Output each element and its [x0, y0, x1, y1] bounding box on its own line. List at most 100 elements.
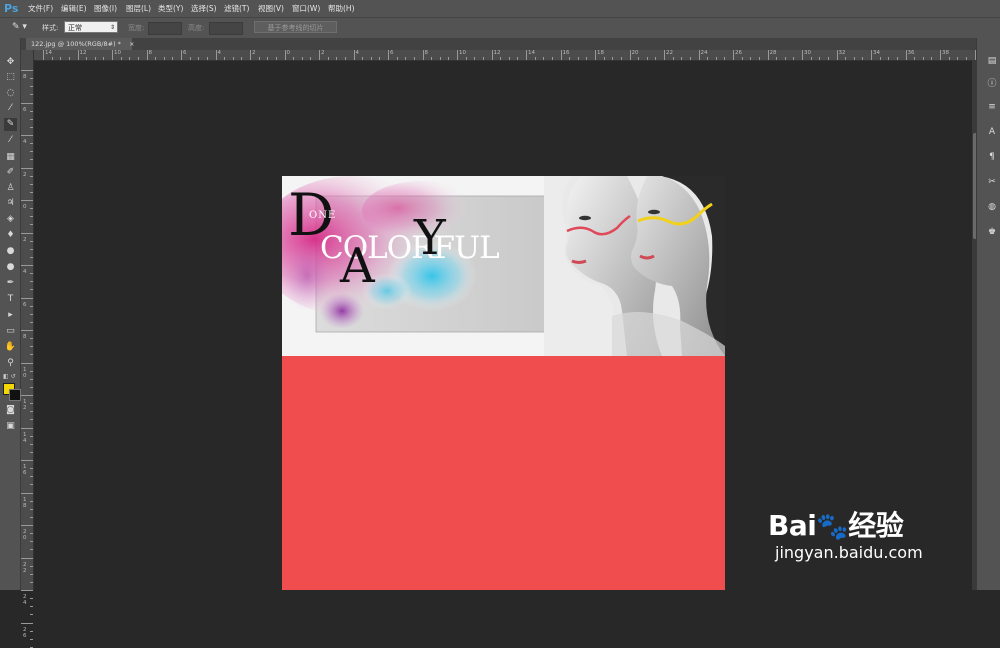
menu-layer[interactable]: 图层(L) [126, 0, 151, 17]
menu-select[interactable]: 选择(S) [191, 0, 217, 17]
vertical-ruler[interactable]: 8 6 4 2 0 2 4 6 8 1 0 1 2 1 4 1 6 1 8 2 0 2 2 2 4 2 6 [21, 50, 34, 648]
ruler-tick-label: 10 [114, 50, 121, 56]
ruler-tick [30, 191, 33, 193]
ruler-tick [888, 57, 890, 60]
ruler-tick [707, 57, 709, 60]
history-brush-tool-icon[interactable]: ♃ [4, 197, 17, 210]
dodge-tool-icon[interactable]: ● [4, 261, 17, 274]
ruler-tick [931, 57, 933, 60]
healing-brush-tool-icon[interactable]: ▦ [4, 151, 17, 164]
ruler-tick [465, 57, 467, 60]
ruler-tick [30, 208, 33, 210]
ruler-tick [879, 57, 881, 60]
swap-colors-icon[interactable]: ◧ ↺ [3, 372, 19, 381]
eraser-tool-icon[interactable]: ◈ [4, 213, 17, 226]
ruler-tick [30, 541, 33, 543]
menu-view[interactable]: 视图(V) [258, 0, 284, 17]
ruler-tick-label: 4 [355, 50, 360, 56]
stamp-tool-icon[interactable]: ♙ [4, 182, 17, 195]
ruler-tick [30, 240, 33, 242]
menu-image[interactable]: 图像(I) [94, 0, 117, 17]
type-tool-icon[interactable]: T [4, 293, 17, 306]
menu-help[interactable]: 帮助(H) [328, 0, 355, 17]
adjustments-panel-icon[interactable]: ≡ [986, 101, 998, 113]
ruler-tick [827, 57, 829, 60]
shape-tool-icon[interactable]: ▭ [4, 325, 17, 338]
ruler-tick [30, 183, 33, 185]
ruler-tick [155, 57, 157, 60]
height-field[interactable] [209, 22, 243, 35]
history-panel-icon[interactable]: ▤ [986, 55, 998, 67]
ruler-tick-label: 4 [23, 269, 27, 275]
ruler-tick-label: 10 [459, 50, 466, 56]
document-tab[interactable]: 122.jpg @ 100%(RGB/8#) * × [26, 38, 134, 50]
paint-bucket-tool-icon[interactable]: ♦ [4, 229, 17, 242]
ruler-tick [60, 57, 62, 60]
info-panel-icon[interactable]: ⓘ [986, 78, 998, 90]
tools-preset-icon[interactable]: ✂ [986, 176, 998, 188]
style-select[interactable]: 正常 ⇕ [64, 21, 118, 33]
slice-select-icon[interactable]: ✎ ▾ [12, 21, 34, 34]
menu-file[interactable]: 文件(F) [28, 0, 53, 17]
close-icon[interactable]: × [129, 40, 134, 48]
layers-panel-icon[interactable]: ◍ [986, 201, 998, 213]
menu-window[interactable]: 窗口(W) [292, 0, 320, 17]
blur-tool-icon[interactable]: ● [4, 245, 17, 258]
ruler-tick [431, 57, 433, 60]
document-tab-bar [21, 38, 976, 50]
ruler-tick [569, 57, 571, 60]
quick-select-tool-icon[interactable]: ⁄ [4, 102, 17, 115]
move-tool-icon[interactable]: ✥ [4, 56, 17, 69]
quick-mask-icon[interactable]: ◙ [4, 404, 17, 417]
ruler-tick [810, 57, 812, 60]
pen-tool-icon[interactable]: ✒ [4, 277, 17, 290]
width-label: 宽度: [128, 24, 145, 32]
ruler-tick [30, 273, 33, 275]
ruler-tick [241, 57, 243, 60]
screen-mode-icon[interactable]: ▣ [4, 420, 17, 433]
brush-tool-icon[interactable]: ✐ [4, 166, 17, 179]
menu-edit[interactable]: 编辑(E) [61, 0, 87, 17]
marquee-tool-icon[interactable]: ⬚ [4, 71, 17, 84]
ruler-tick [284, 50, 286, 60]
ruler-tick-label: 34 [873, 50, 880, 56]
menu-type[interactable]: 类型(Y) [158, 0, 183, 17]
ruler-tick [30, 281, 33, 283]
width-field[interactable] [148, 22, 182, 35]
ruler-tick [922, 57, 924, 60]
ruler-tick-label: 6 [390, 50, 394, 56]
ruler-tick [120, 57, 122, 60]
ruler-tick [30, 370, 33, 372]
background-color-swatch[interactable] [9, 389, 21, 401]
ruler-tick-label: 4 [23, 139, 27, 145]
hand-tool-icon[interactable]: ✋ [4, 341, 17, 354]
ruler-tick-label: 8 [424, 50, 429, 56]
ruler-tick [21, 70, 33, 71]
brush-presets-icon[interactable]: ♚ [986, 226, 998, 238]
character-panel-icon[interactable]: A [986, 126, 998, 138]
slices-from-guides-button[interactable]: 基于参考线的切片 [254, 21, 337, 33]
horizontal-ruler[interactable]: 14 12 10 8 6 4 2 0 2 4 6 8 10 12 14 16 18 20 22 24 26 28 30 32 3… [35, 50, 993, 61]
menu-filter[interactable]: 滤镜(T) [224, 0, 249, 17]
ruler-tick [603, 57, 605, 60]
paragraph-panel-icon[interactable]: ¶ [986, 151, 998, 163]
zoom-tool-icon[interactable]: ⚲ [4, 357, 17, 370]
ruler-tick [871, 50, 872, 60]
ruler-tick-label: 18 [597, 50, 604, 56]
ruler-tick [655, 57, 657, 60]
path-select-tool-icon[interactable]: ▸ [4, 309, 17, 322]
document-canvas[interactable]: D ONE COLORFUL A Y [282, 176, 725, 590]
ruler-tick [819, 57, 821, 60]
ruler-tick [206, 57, 208, 60]
ruler-tick-label: 26 [735, 50, 742, 56]
ruler-tick [43, 50, 44, 60]
eyedropper-tool-icon[interactable]: ⁄ [4, 134, 17, 147]
ruler-tick [30, 216, 33, 218]
lasso-tool-icon[interactable]: ◌ [4, 87, 17, 100]
slice-tool-icon[interactable]: ✎ [4, 118, 17, 131]
photoshop-logo: Ps [4, 2, 19, 15]
ruler-tick [77, 50, 79, 60]
ruler-tick [21, 232, 33, 234]
document-tab-title: 122.jpg @ 100%(RGB/8#) * [31, 40, 121, 48]
ruler-tick [215, 50, 217, 60]
